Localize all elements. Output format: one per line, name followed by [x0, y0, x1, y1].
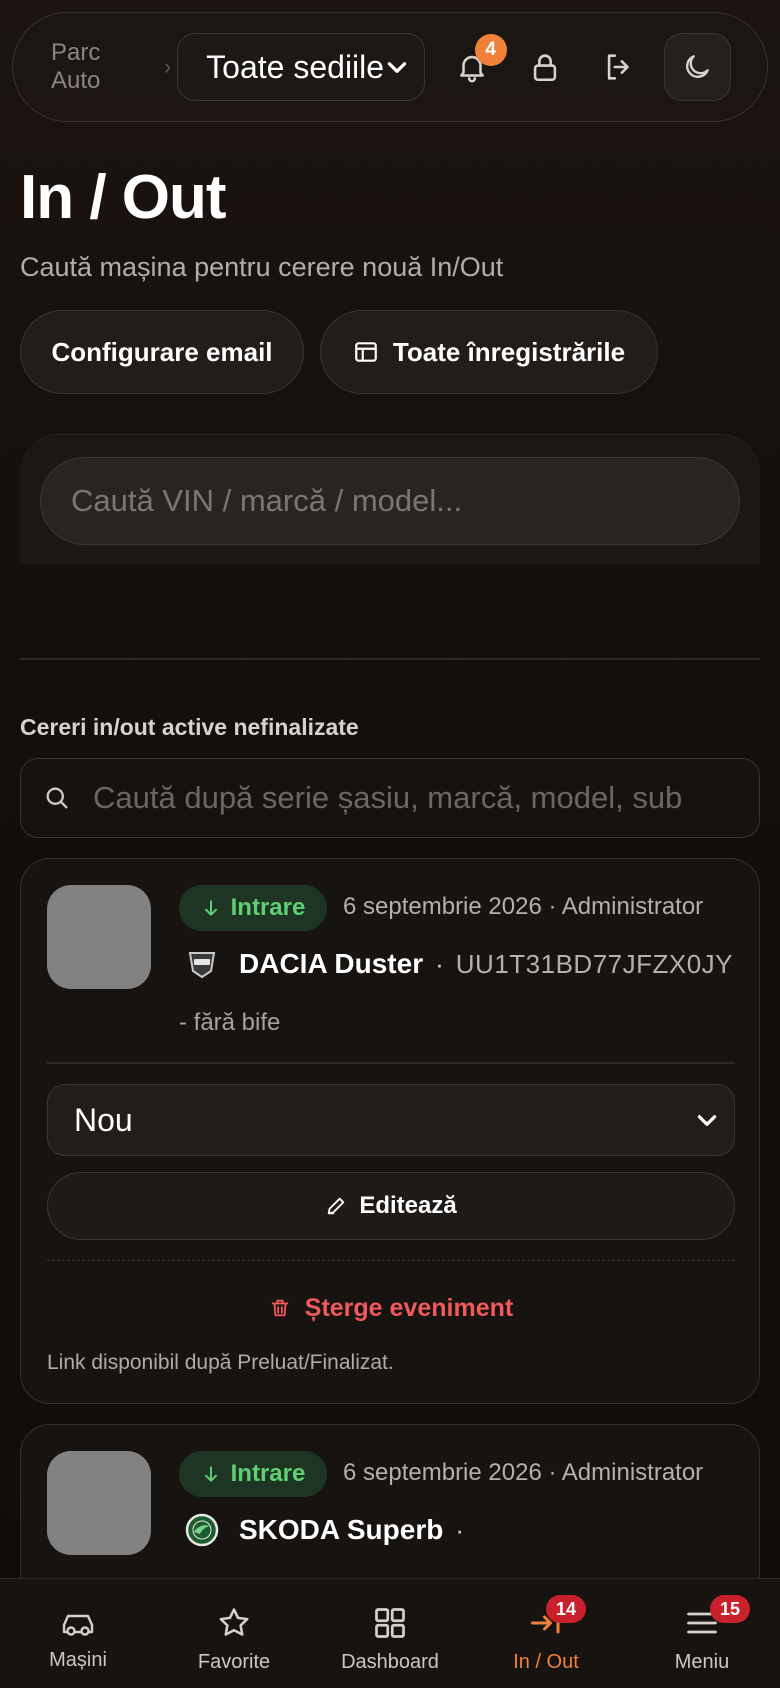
direction-badge: Intrare: [179, 1451, 327, 1497]
vehicle-separator: ·: [455, 1514, 464, 1545]
nav-label: Favorite: [197, 1651, 271, 1673]
vehicle-vin: UU1T31BD77JFZX0JY: [455, 948, 734, 979]
skoda-logo-icon: [185, 1513, 219, 1547]
status-select[interactable]: Nou: [47, 1084, 735, 1156]
direction-badge: Intrare: [179, 885, 327, 931]
logout-icon: [602, 50, 636, 84]
request-meta: 6 septembrie 2026 · Administrator: [343, 893, 704, 920]
breadcrumb[interactable]: Parc Auto ›: [51, 39, 177, 95]
chevron-down-icon: [694, 1107, 720, 1133]
vehicle-name: DACIA Duster: [239, 948, 424, 979]
table-icon: [353, 339, 379, 365]
edit-label: Editează: [359, 1192, 457, 1219]
star-icon: [215, 1605, 253, 1641]
logout-button[interactable]: [592, 40, 645, 94]
arrow-down-icon: [201, 897, 221, 919]
requests-filter-placeholder: Caută după serie șasiu, marcă, model, su…: [93, 780, 683, 815]
request-card: Intrare 6 septembrie 2026 · Administrato…: [20, 858, 760, 1404]
notifications-button[interactable]: 4: [445, 34, 507, 94]
card-divider: [47, 1062, 735, 1064]
page-title: In / Out: [20, 163, 227, 232]
configure-email-label: Configurare email: [51, 336, 273, 367]
menu-badge: 15: [710, 1595, 750, 1623]
nav-item-dashboard[interactable]: Dashboard: [312, 1579, 468, 1688]
nav-item-menu[interactable]: 15 Meniu: [624, 1579, 780, 1688]
requests-filter-input[interactable]: Caută după serie șasiu, marcă, model, su…: [20, 758, 760, 838]
search-icon: [43, 784, 71, 812]
lock-icon: [528, 49, 562, 85]
top-bar: Parc Auto › Toate sediile 4: [12, 12, 768, 122]
vehicle-search-placeholder: Caută VIN / marcă / model...: [71, 483, 463, 518]
delete-event-button[interactable]: Șterge eveniment: [47, 1283, 735, 1333]
link-note: Link disponibil după Preluat/Finalizat.: [47, 1351, 394, 1374]
direction-label: Intrare: [230, 1460, 306, 1487]
configure-email-button[interactable]: Configurare email: [20, 310, 304, 394]
bottom-nav: Mașini Favorite Dashboard 14 In / Out 15…: [0, 1578, 780, 1688]
trash-icon: [269, 1296, 291, 1320]
site-select[interactable]: Toate sediile: [177, 33, 426, 101]
active-requests-title: Cereri in/out active nefinalizate: [20, 714, 359, 740]
all-records-button[interactable]: Toate înregistrările: [320, 310, 658, 394]
dacia-logo-icon: [185, 947, 219, 981]
vehicle-row: DACIA Duster · UU1T31BD77JFZX0JY: [185, 947, 733, 981]
vehicle-thumbnail: [47, 1451, 151, 1555]
notification-badge: 4: [474, 34, 507, 66]
checklist-summary: - fără bife: [179, 1009, 281, 1036]
breadcrumb-separator: ›: [163, 54, 172, 79]
nav-item-cars[interactable]: Mașini: [0, 1579, 156, 1688]
vehicle-name: SKODA Superb: [239, 1514, 444, 1545]
all-records-label: Toate înregistrările: [392, 336, 626, 367]
vehicle-thumbnail: [47, 885, 151, 989]
arrow-down-icon: [201, 1463, 221, 1485]
lock-button[interactable]: [519, 40, 572, 94]
vehicle-search-input[interactable]: Caută VIN / marcă / model...: [40, 457, 740, 545]
breadcrumb-label[interactable]: Parc Auto: [51, 39, 154, 95]
site-select-value: Toate sediile: [206, 48, 385, 85]
vehicle-separator: ·: [435, 948, 444, 979]
nav-label: Mașini: [49, 1649, 107, 1671]
section-divider: [20, 658, 760, 660]
grid-icon: [372, 1605, 408, 1641]
moon-icon: [681, 51, 713, 83]
chevron-down-icon: [384, 54, 410, 80]
nav-item-favorites[interactable]: Favorite: [156, 1579, 312, 1688]
status-select-value: Nou: [74, 1101, 133, 1138]
page-subtitle: Caută mașina pentru cerere nouă In/Out: [20, 252, 504, 282]
vehicle-row: SKODA Superb ·: [185, 1513, 476, 1547]
pencil-icon: [325, 1195, 347, 1217]
nav-label: Dashboard: [341, 1651, 439, 1673]
in-out-badge: 14: [546, 1595, 586, 1623]
nav-label: In / Out: [513, 1651, 579, 1673]
request-meta: 6 septembrie 2026 · Administrator: [343, 1459, 704, 1486]
dashed-divider: [47, 1260, 735, 1261]
car-icon: [58, 1605, 98, 1639]
nav-label: Meniu: [674, 1651, 730, 1673]
direction-label: Intrare: [230, 894, 306, 921]
theme-toggle-button[interactable]: [663, 33, 731, 101]
vehicle-search-card: Caută VIN / marcă / model...: [20, 434, 760, 564]
edit-button[interactable]: Editează: [47, 1172, 735, 1240]
delete-label: Șterge eveniment: [304, 1293, 514, 1322]
nav-item-in-out[interactable]: 14 In / Out: [468, 1579, 624, 1688]
